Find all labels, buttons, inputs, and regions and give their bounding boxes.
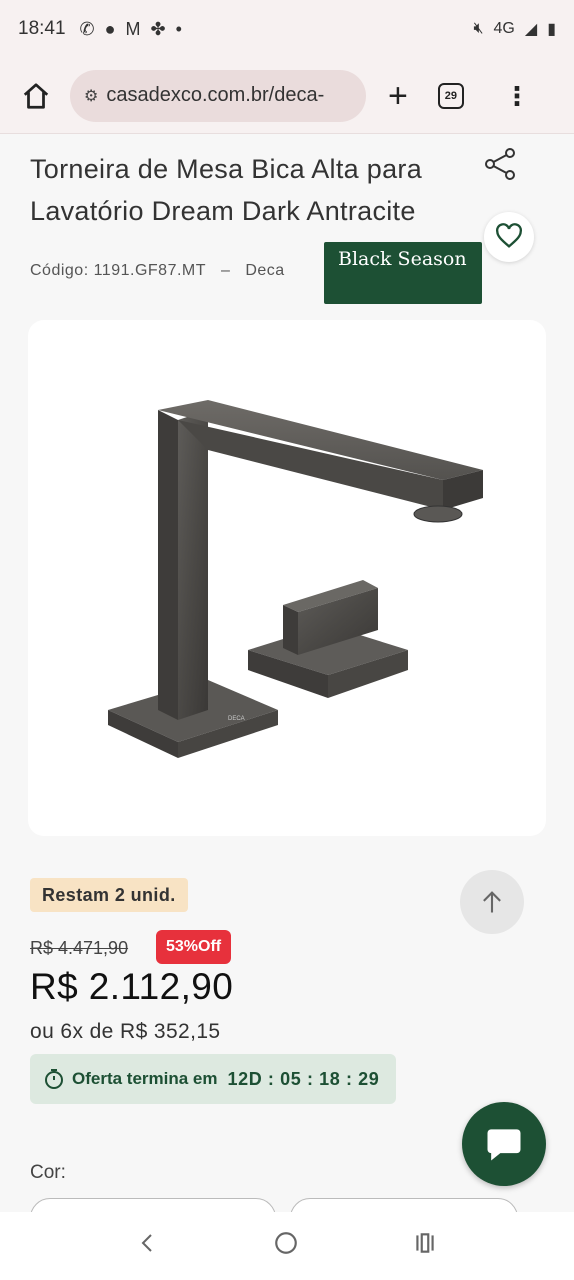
product-image: DECA [108, 400, 483, 758]
stock-badge: Restam 2 unid. [30, 878, 188, 912]
heart-icon [496, 223, 522, 248]
status-bar: 18:41 ✆ ● M ✤ • 🔇︎ 4G ◢ ▮ [0, 0, 574, 58]
share-icon[interactable] [482, 146, 518, 182]
recents-icon [415, 1232, 434, 1253]
product-meta: Código: 1191.GF87.MT – Deca [30, 262, 295, 280]
notification-icons: ✆ ● M ✤ • [80, 19, 182, 40]
home-nav-button[interactable] [273, 1230, 299, 1263]
svg-text:DECA: DECA [228, 716, 245, 722]
battery-icon: ▮ [547, 21, 556, 38]
network-label: 4G [493, 20, 515, 37]
discount-badge: 53%Off [156, 930, 232, 964]
home-button[interactable] [14, 74, 58, 118]
circle-home-icon [275, 1231, 297, 1254]
countdown: 12D : 05 : 18 : 29 [227, 1068, 380, 1089]
status-time: 18:41 [18, 18, 66, 39]
system-icons: 🔇︎ 4G ◢ ▮ [473, 19, 556, 39]
back-button[interactable] [136, 1231, 160, 1262]
installments-text: ou 6x de R$ 352,15 [30, 1020, 221, 1043]
url-text: casadexco.com.br/deca- [106, 84, 325, 106]
product-brand[interactable]: Deca [245, 262, 284, 279]
stopwatch-icon [45, 1069, 63, 1089]
current-price: R$ 2.112,90 [30, 966, 234, 1007]
whatsapp-icon: ✆ [79, 18, 95, 39]
address-bar[interactable]: ⚙ casadexco.com.br/deca- [70, 69, 366, 122]
product-title: Torneira de Mesa Bica Alta para Lavatóri… [30, 154, 423, 226]
chat-button[interactable] [462, 1102, 546, 1186]
offer-timer: Oferta termina em 12D : 05 : 18 : 29 [30, 1054, 396, 1104]
back-icon [141, 1233, 153, 1252]
chat-icon [487, 1129, 521, 1161]
home-icon [23, 82, 49, 109]
old-price: R$ 4.471,90 [30, 938, 129, 958]
chat-bubble-icon: ● [104, 18, 116, 39]
color-label: Cor: [30, 1162, 66, 1183]
tab-switcher-button[interactable]: 29 [437, 82, 464, 109]
recents-button[interactable] [412, 1230, 438, 1263]
arrow-up-icon [483, 891, 501, 913]
scroll-to-top-button[interactable] [460, 870, 524, 934]
product-image-card[interactable]: DECA [28, 320, 546, 836]
favorite-button[interactable] [484, 212, 534, 262]
offer-label: Oferta termina em [72, 1069, 218, 1088]
mute-icon: 🔇︎ [473, 20, 484, 37]
menu-button[interactable]: ⋮ [504, 83, 530, 109]
new-tab-button[interactable]: + [388, 79, 408, 113]
meta-separator: – [220, 262, 231, 279]
signal-icon: ◢ [524, 21, 538, 38]
gmail-icon: M [125, 18, 141, 39]
pinwheel-icon: ✤ [150, 18, 166, 39]
system-nav-bar [0, 1212, 574, 1280]
site-settings-icon[interactable]: ⚙ [84, 86, 98, 106]
promo-badge: Black Season [324, 242, 482, 304]
product-code: Código: 1191.GF87.MT [30, 262, 207, 279]
dot-icon: • [175, 18, 182, 39]
browser-toolbar: ⚙ casadexco.com.br/deca- + 29 ⋮ [0, 58, 574, 134]
